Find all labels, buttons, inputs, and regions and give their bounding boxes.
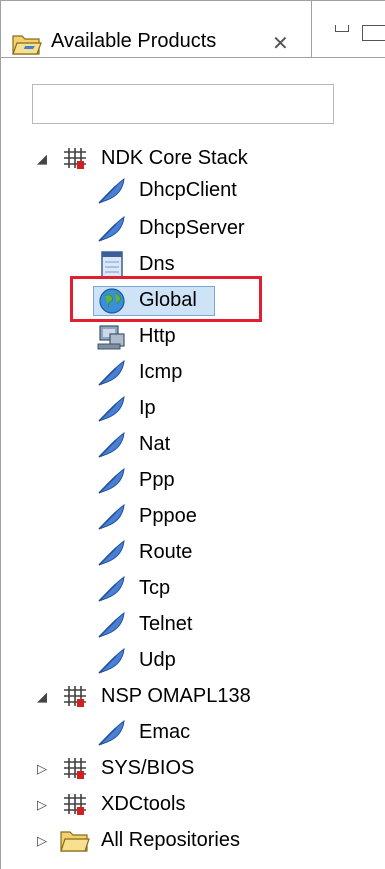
tab-available-products[interactable]: Available Products ✕ [1,1,312,57]
tree-item-label: DhcpClient [139,179,237,201]
tree-item-label: Udp [139,649,176,671]
expand-toggle-icon[interactable]: ▷ [37,833,47,849]
expand-toggle-icon[interactable]: ▷ [37,761,47,777]
tab-title: Available Products [51,30,217,52]
tree-child-item[interactable]: Nat [1,429,381,461]
tree-item-label: Dns [139,253,175,275]
tree-item-label: SYS/BIOS [101,757,195,779]
search-input[interactable] [32,84,334,124]
tree-item-label: Nat [139,433,171,455]
package-icon [59,682,91,712]
tree-child-item[interactable]: Ppp [1,465,381,497]
collapse-toggle-icon[interactable]: ◢ [37,151,47,167]
tree-item-label: Icmp [139,361,183,383]
tree-child-item[interactable]: Telnet [1,609,381,641]
feather-icon [96,502,128,532]
package-icon [59,144,91,174]
tree-item-label: Tcp [139,577,171,599]
tree-item-label: Emac [139,721,191,743]
feather-icon [96,646,128,676]
tree-item-label: Pppoe [139,505,197,527]
tree-item-label: XDCtools [101,793,186,815]
tree-child-item[interactable]: Http [1,321,381,353]
view-tab-bar: Available Products ✕ [1,1,385,58]
tree-node[interactable]: ▷ SYS/BIOS [1,753,381,785]
feather-icon [96,610,128,640]
tree-item-label: Route [139,541,193,563]
feather-icon [96,430,128,460]
tree-child-item[interactable]: DhcpClient [1,175,381,207]
feather-icon [96,176,128,206]
network-computer-icon [96,322,128,352]
maximize-icon[interactable] [362,25,385,41]
feather-icon [96,214,128,244]
tree-child-item[interactable]: Tcp [1,573,381,605]
tree-item-label: Telnet [139,613,193,635]
collapse-toggle-icon[interactable]: ◢ [37,689,47,705]
close-icon[interactable]: ✕ [272,31,289,56]
feather-icon [96,466,128,496]
tree-node[interactable]: ◢ NDK Core Stack [1,143,381,175]
tree-item-label: Ip [139,397,156,419]
tree-child-item[interactable]: Icmp [1,357,381,389]
tree-item-label: NSP OMAPL138 [101,685,251,707]
tree-child-item[interactable]: Pppoe [1,501,381,533]
tree-item-label: NDK Core Stack [101,147,248,169]
feather-icon [96,358,128,388]
feather-icon [96,718,128,748]
tree-node[interactable]: ▷ XDCtools [1,789,381,821]
feather-icon [96,574,128,604]
tree-node[interactable]: ◢ NSP OMAPL138 [1,681,381,713]
tree-child-item[interactable]: Emac [1,717,381,749]
tree-child-item[interactable]: Udp [1,645,381,677]
folder-icon [59,826,91,856]
expand-toggle-icon[interactable]: ▷ [37,797,47,813]
tree-node[interactable]: ▷ All Repositories [1,825,381,857]
package-icon [59,790,91,820]
feather-icon [96,394,128,424]
tree-item-label: All Repositories [101,829,240,851]
tree-child-item[interactable]: DhcpServer [1,213,381,245]
available-products-view: Available Products ✕ ◢ NDK Core Stack Dhcp… [0,0,385,869]
minimize-icon[interactable] [335,25,349,32]
tree-item-label: Ppp [139,469,175,491]
feather-icon [96,538,128,568]
package-icon [59,754,91,784]
tree-item-label: Http [139,325,176,347]
tree-child-item[interactable]: Ip [1,393,381,425]
annotation-highlight-box [70,276,262,322]
tree-item-label: DhcpServer [139,217,245,239]
folder-open-icon [11,32,43,56]
tree-child-item[interactable]: Route [1,537,381,569]
